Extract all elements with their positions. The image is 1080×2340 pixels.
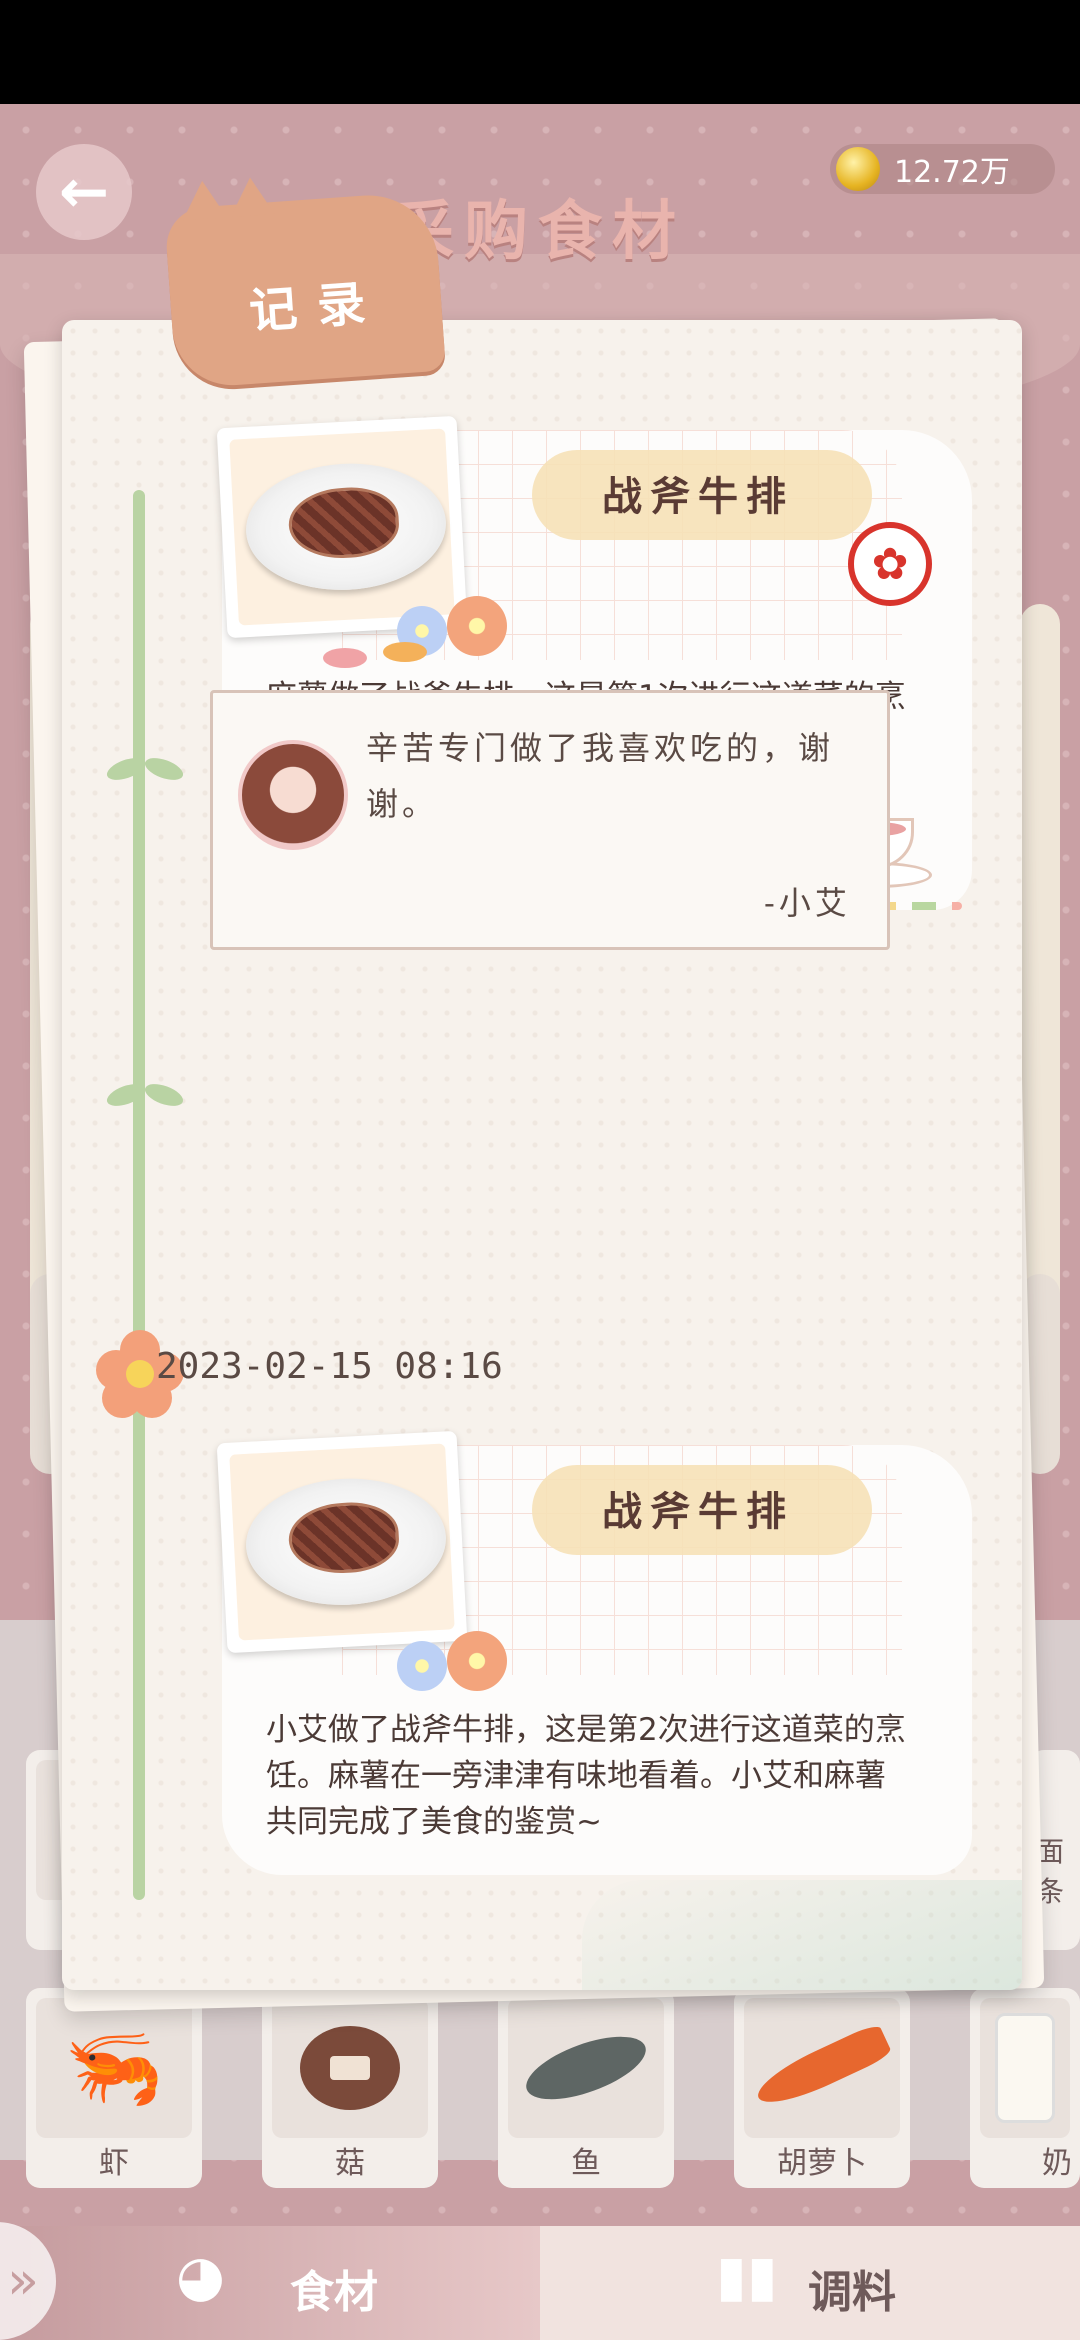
ingredient-label: 菇 [335, 2146, 365, 2181]
dish-title: 战斧牛排 [602, 473, 794, 520]
bottles-icon: ▮▮ [716, 2244, 778, 2309]
shrimp-icon: 🦐 [36, 1998, 192, 2138]
record-tab-label: 记录 [247, 274, 388, 340]
ingredient-card[interactable]: 胡萝卜 [734, 1988, 910, 2188]
ingredient-label: 虾 [99, 2146, 129, 2181]
ingredient-card[interactable]: 🦐 虾 [26, 1988, 202, 2188]
tab-seasonings[interactable]: ▮▮ 调料 [540, 2226, 1080, 2340]
ingredient-card[interactable]: 鱼 [498, 1988, 674, 2188]
bottom-tab-bar: ◕ 食材 ▮▮ 调料 [0, 2226, 1080, 2340]
cat-ear-icon [228, 176, 275, 218]
coin-balance: 12.72万 [830, 144, 1055, 194]
record-entry: 战斧牛排 小艾做了战斧牛排，这是第2次进行这道菜的烹饪。麻薯在一旁津津有味地看着… [216, 1430, 972, 1875]
chili-icon: ✿ [848, 522, 932, 606]
timeline-line [133, 490, 145, 1900]
mushroom-icon [272, 1998, 428, 2138]
tab-seasonings-label: 调料 [808, 2267, 896, 2318]
ingredient-card[interactable]: 菇 [262, 1988, 438, 2188]
ingredient-card[interactable]: 奶 [970, 1988, 1080, 2188]
fish-icon [508, 1998, 664, 2138]
ingredient-label: 鱼 [571, 2146, 601, 2181]
ingredient-label: 胡萝卜 [777, 2146, 867, 2181]
coin-icon [836, 147, 880, 191]
double-chevron-icon: » [7, 2251, 39, 2311]
coin-amount: 12.72万 [894, 155, 1010, 190]
carrot-icon [744, 1998, 900, 2138]
avatar [238, 740, 348, 850]
dish-title: 战斧牛排 [602, 1488, 794, 1535]
side-panel-right [1020, 604, 1060, 1344]
quote-text: 辛苦专门做了我喜欢吃的，谢谢。 [366, 729, 835, 823]
entry-timestamp: 2023-02-15 08:16 [156, 1346, 503, 1387]
record-tab[interactable]: 记录 [164, 176, 446, 390]
ingredient-label: 奶 [1042, 2146, 1072, 2181]
ingredient-label: 面条 [1036, 1835, 1065, 1908]
back-arrow-icon: ← [58, 157, 110, 227]
dish-photo [216, 1430, 468, 1654]
tab-ingredients[interactable]: ◕ 食材 [0, 2226, 540, 2340]
photo-frame [229, 1443, 455, 1641]
card-watercolor-deco [582, 1880, 1022, 1990]
quote-signature: -小艾 [764, 884, 851, 922]
entry-text: 小艾做了战斧牛排，这是第2次进行这道菜的烹饪。麻薯在一旁津津有味地看着。小艾和麻… [266, 1712, 906, 1840]
milk-icon [980, 1998, 1070, 2138]
flower-sticker-icon [397, 1631, 507, 1691]
cat-ear-icon [180, 179, 227, 221]
bowl-icon: ◕ [176, 2244, 225, 2309]
back-button[interactable]: ← [36, 144, 132, 240]
tab-ingredients-label: 食材 [290, 2267, 378, 2318]
status-bar [0, 0, 1080, 104]
